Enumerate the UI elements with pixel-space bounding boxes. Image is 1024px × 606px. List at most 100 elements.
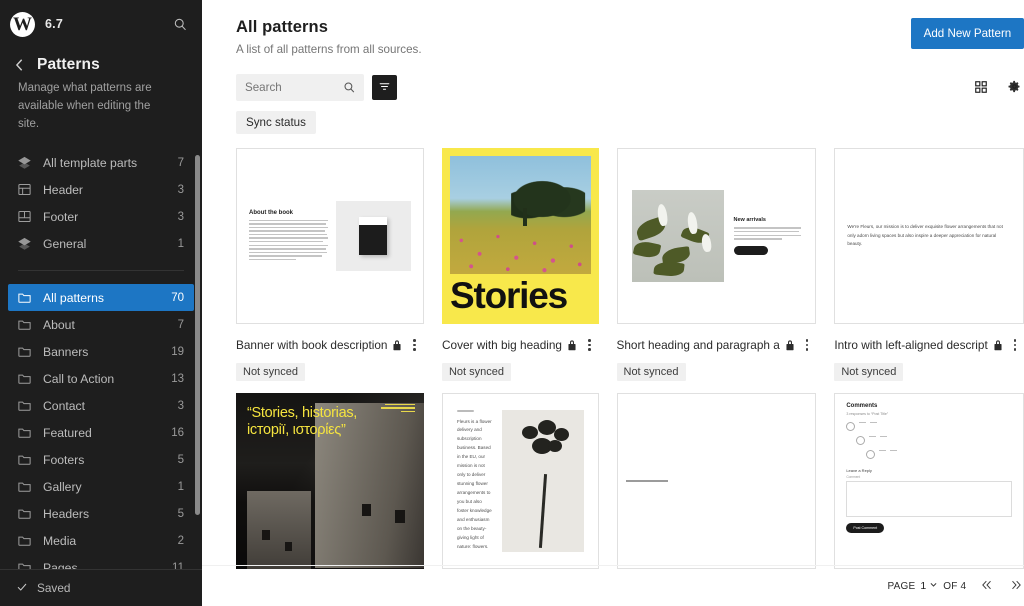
pattern-card — [617, 393, 817, 569]
page-number-select[interactable]: 1 — [920, 580, 938, 592]
sidebar-item-all-template-parts[interactable]: All template parts 7 — [8, 149, 194, 176]
kebab-menu-icon[interactable] — [800, 335, 815, 355]
sidebar-item-footer[interactable]: Footer 3 — [8, 203, 194, 230]
preview-comment — [866, 450, 1012, 459]
pattern-card: We're Fleurs, our mission is to deliver … — [834, 148, 1024, 381]
folder-icon — [16, 398, 32, 414]
pattern-preview[interactable]: Stories — [442, 148, 599, 324]
search-icon[interactable] — [173, 17, 188, 32]
sidebar-item-call-to-action[interactable]: Call to Action 13 — [8, 365, 194, 392]
sidebar-item-media[interactable]: Media 2 — [8, 527, 194, 554]
pattern-preview[interactable]: About the book — [236, 148, 424, 324]
preview-paragraph: Fleurs is a flower delivery and subscrip… — [457, 418, 493, 552]
folder-icon — [16, 506, 32, 522]
pattern-card: “Stories, historias, історії, ιστορίες” — [236, 393, 424, 569]
kebab-menu-icon[interactable] — [1008, 335, 1023, 355]
add-new-pattern-button[interactable]: Add New Pattern — [911, 18, 1024, 49]
sidebar-item-label: Footer — [43, 210, 167, 224]
sidebar-item-featured[interactable]: Featured 16 — [8, 419, 194, 446]
pattern-preview[interactable]: Comments 3 responses to “Post Title” — [834, 393, 1024, 569]
sync-status-chip[interactable]: Sync status — [236, 111, 316, 134]
filter-button[interactable] — [372, 75, 397, 100]
sidebar-item-label: Header — [43, 183, 167, 197]
preview-photo-botanical — [502, 410, 584, 552]
sidebar-item-label: Banners — [43, 345, 160, 359]
sidebar-item-all-patterns[interactable]: All patterns 70 — [8, 284, 194, 311]
sidebar-item-count: 7 — [178, 319, 184, 331]
sidebar-item-banners[interactable]: Banners 19 — [8, 338, 194, 365]
folder-icon — [16, 371, 32, 387]
sidebar-item-headers[interactable]: Headers 5 — [8, 500, 194, 527]
pattern-preview[interactable] — [617, 393, 817, 569]
kebab-menu-icon[interactable] — [407, 335, 422, 355]
preview-comment — [846, 422, 1012, 431]
preview-cta-button — [734, 246, 768, 255]
previous-page-button[interactable] — [979, 576, 995, 597]
sidebar-item-general[interactable]: General 1 — [8, 230, 194, 257]
folder-icon — [16, 425, 32, 441]
wordpress-version: 6.7 — [45, 17, 63, 31]
sidebar-item-count: 13 — [171, 373, 184, 385]
wordpress-logo-icon[interactable]: W — [10, 12, 35, 37]
lock-icon — [785, 339, 795, 351]
sidebar-item-about[interactable]: About 7 — [8, 311, 194, 338]
sidebar-item-label: General — [43, 237, 167, 251]
patterns-grid-scroll: About the book — [202, 134, 1024, 606]
sidebar-scrollbar[interactable] — [195, 155, 200, 515]
layers-icon — [16, 236, 32, 252]
spacer — [8, 257, 194, 270]
gear-icon — [1007, 79, 1022, 97]
sidebar: W 6.7 Patterns Manage what patterns are … — [0, 0, 202, 606]
sidebar-nav: All template parts 7 Header 3 Footer 3 — [0, 149, 202, 569]
sidebar-item-label: All template parts — [43, 156, 167, 170]
sidebar-item-label: Gallery — [43, 480, 167, 494]
sidebar-item-contact[interactable]: Contact 3 — [8, 392, 194, 419]
preview-reply-heading: Leave a Reply — [846, 468, 1012, 473]
preview-tag — [457, 410, 474, 412]
chevron-left-icon[interactable] — [14, 58, 25, 72]
pattern-preview[interactable]: “Stories, historias, історії, ιστορίες” — [236, 393, 424, 569]
kebab-menu-icon[interactable] — [582, 335, 597, 355]
pattern-card: New arrivals Short heading and paragraph… — [617, 148, 817, 381]
sidebar-topbar: W 6.7 — [0, 0, 202, 48]
grid-view-button[interactable] — [972, 78, 990, 99]
save-status-label: Saved — [37, 581, 70, 595]
preview-paragraph: We're Fleurs, our mission is to deliver … — [847, 223, 1011, 248]
sidebar-item-pages[interactable]: Pages 11 — [8, 554, 194, 569]
patterns-grid: About the book — [236, 148, 1024, 569]
double-chevron-right-icon — [1009, 578, 1023, 595]
sidebar-item-header[interactable]: Header 3 — [8, 176, 194, 203]
folder-icon — [16, 344, 32, 360]
sidebar-header: Patterns Manage what patterns are availa… — [0, 48, 202, 133]
preview-heading: Stories — [450, 277, 591, 316]
sidebar-item-gallery[interactable]: Gallery 1 — [8, 473, 194, 500]
sidebar-item-label: All patterns — [43, 291, 160, 305]
sidebar-item-count: 7 — [178, 157, 184, 169]
folder-icon — [16, 452, 32, 468]
pattern-preview[interactable]: Fleurs is a flower delivery and subscrip… — [442, 393, 599, 569]
pagination-total-label: OF 4 — [943, 581, 966, 592]
main-content: All patterns A list of all patterns from… — [202, 0, 1024, 606]
check-icon — [16, 581, 28, 596]
preview-heading: About the book — [249, 210, 328, 216]
sidebar-save-status[interactable]: Saved — [0, 569, 202, 606]
sidebar-item-count: 1 — [178, 238, 184, 250]
search-field-wrapper[interactable] — [236, 74, 364, 101]
preview-heading: New arrivals — [734, 217, 802, 223]
settings-button[interactable] — [1005, 77, 1024, 99]
sidebar-scroll-area: All template parts 7 Header 3 Footer 3 — [0, 149, 202, 569]
chevron-down-icon — [929, 580, 938, 592]
preview-subheading: 3 responses to “Post Title” — [846, 412, 1012, 416]
pattern-title: Cover with big heading — [442, 338, 562, 352]
pattern-preview[interactable]: We're Fleurs, our mission is to deliver … — [834, 148, 1024, 324]
folder-icon — [16, 317, 32, 333]
next-page-button[interactable] — [1008, 576, 1024, 597]
sidebar-item-label: Pages — [43, 561, 161, 569]
layers-icon — [16, 155, 32, 171]
sidebar-description: Manage what patterns are available when … — [14, 80, 186, 133]
sidebar-item-footers[interactable]: Footers 5 — [8, 446, 194, 473]
search-input[interactable] — [236, 74, 364, 101]
preview-heading: “Stories, historias, історії, ιστορίες” — [247, 405, 368, 439]
pattern-preview[interactable]: New arrivals — [617, 148, 817, 324]
preview-citation — [375, 404, 415, 415]
